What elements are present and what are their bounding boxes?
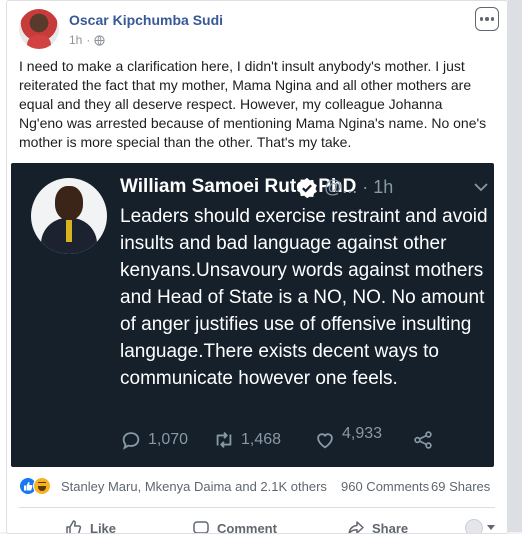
- chevron-down-icon: [474, 182, 488, 192]
- globe-icon: [94, 35, 105, 46]
- tweet-time: · 1h: [362, 177, 393, 197]
- tweet-replies: 1,070: [120, 429, 188, 451]
- tweet-avatar: [31, 178, 107, 254]
- heart-icon: [314, 429, 336, 451]
- post-text: I need to make a clarification here, I d…: [19, 57, 489, 152]
- post-header: Oscar Kipchumba Sudi 1h ·: [7, 1, 507, 53]
- tweet-retweets: 1,468: [213, 429, 281, 451]
- tweet-like-count: 4,933: [342, 425, 382, 443]
- tweet-share: [412, 429, 434, 451]
- reaction-names[interactable]: Stanley Maru, Mkenya Daima and 2.1K othe…: [61, 479, 327, 494]
- tweet-screenshot[interactable]: William Samoei Ruto, PhD @... · 1h Leade…: [11, 163, 494, 467]
- tweet-handle: @...: [324, 177, 357, 197]
- post-actions: Like Comment Share: [7, 511, 507, 533]
- tweet-reply-count: 1,070: [148, 431, 188, 449]
- divider: [19, 507, 495, 508]
- tweet-author-name: William Samoei Ruto, PhD: [120, 176, 356, 198]
- tweet-retweet-count: 1,468: [241, 431, 281, 449]
- reactions-summary: Stanley Maru, Mkenya Daima and 2.1K othe…: [7, 471, 507, 501]
- tweet-text: Leaders should exercise restraint and av…: [120, 203, 490, 392]
- post-meta: 1h ·: [69, 33, 105, 47]
- share-nodes-icon: [412, 429, 434, 451]
- author-name[interactable]: Oscar Kipchumba Sudi: [69, 12, 223, 28]
- tweet-likes: 4,933: [314, 429, 382, 451]
- post-card: Oscar Kipchumba Sudi 1h · I need to make…: [6, 0, 508, 534]
- tweet-actions: 1,070 1,468 4,933: [120, 429, 490, 453]
- caret-down-icon: [487, 525, 495, 531]
- reaction-icons[interactable]: [19, 477, 55, 495]
- haha-reaction-icon: [33, 477, 51, 495]
- author-avatar[interactable]: [19, 9, 59, 49]
- post-time[interactable]: 1h: [69, 33, 82, 47]
- shares-count[interactable]: 69 Shares: [431, 479, 490, 494]
- comments-count[interactable]: 960 Comments: [341, 479, 429, 494]
- reply-icon: [120, 429, 142, 451]
- more-options-button[interactable]: [475, 7, 499, 31]
- retweet-icon: [213, 429, 235, 451]
- tweet-handle-time: @... · 1h: [324, 177, 393, 198]
- verified-badge-icon: [296, 177, 318, 199]
- page-background-right: [508, 0, 522, 532]
